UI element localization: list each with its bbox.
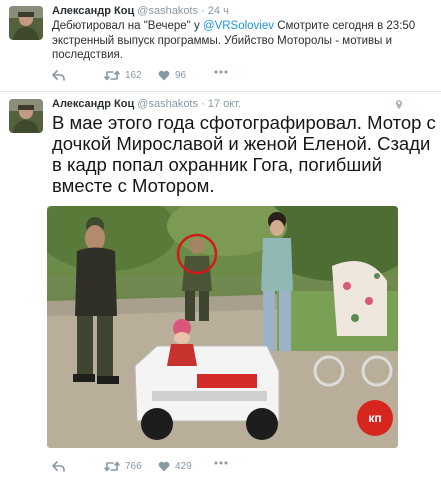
author-name[interactable]: Александр Коц <box>52 5 134 17</box>
location-pin-icon[interactable] <box>395 99 403 110</box>
avatar[interactable] <box>9 6 43 40</box>
tweet-time[interactable]: · 17 окт. <box>201 98 241 110</box>
tweet-text-start: Дебютировал на "Вечере" у <box>52 20 203 32</box>
retweet-button[interactable]: 766 <box>104 461 142 472</box>
reply-button[interactable] <box>52 461 65 472</box>
like-count: 96 <box>175 70 187 81</box>
tweet-photo[interactable]: кп <box>47 206 398 448</box>
more-icon <box>214 461 228 465</box>
more-button[interactable] <box>214 70 228 74</box>
author-name[interactable]: Александр Коц <box>52 98 134 110</box>
tweet-time[interactable]: · 24 ч <box>201 5 229 17</box>
heart-icon <box>158 70 170 81</box>
retweet-count: 766 <box>125 461 142 472</box>
retweet-icon <box>104 70 120 81</box>
reply-icon <box>52 461 65 472</box>
tweet[interactable]: Александр Коц @sashakots · 24 ч Дебютиро… <box>0 0 441 92</box>
author-handle[interactable]: @sashakots <box>137 5 198 17</box>
more-button[interactable] <box>214 461 228 465</box>
tweet-text: Дебютировал на "Вечере" у @VRSoloviev См… <box>52 19 432 63</box>
tweet[interactable]: Александр Коц @sashakots · 17 окт. В мае… <box>0 92 441 484</box>
retweet-button[interactable]: 162 <box>104 70 142 81</box>
avatar-image <box>9 99 43 133</box>
heart-icon <box>158 461 170 472</box>
like-count: 429 <box>175 461 192 472</box>
photo-image: кп <box>47 206 398 448</box>
like-button[interactable]: 429 <box>158 461 192 472</box>
retweet-icon <box>104 461 120 472</box>
retweet-count: 162 <box>125 70 142 81</box>
tweet-text: В мае этого года сфотографировал. Мотор … <box>52 112 436 196</box>
mention-link[interactable]: @VRSoloviev <box>203 20 274 32</box>
tweet-header: Александр Коц @sashakots · 17 окт. <box>52 98 241 110</box>
more-icon <box>214 70 228 74</box>
author-handle[interactable]: @sashakots <box>137 98 198 110</box>
avatar-image <box>9 6 43 40</box>
watermark-logo: кп <box>368 411 381 425</box>
reply-button[interactable] <box>52 70 65 81</box>
reply-icon <box>52 70 65 81</box>
like-button[interactable]: 96 <box>158 70 186 81</box>
tweet-header: Александр Коц @sashakots · 24 ч <box>52 5 229 17</box>
avatar[interactable] <box>9 99 43 133</box>
